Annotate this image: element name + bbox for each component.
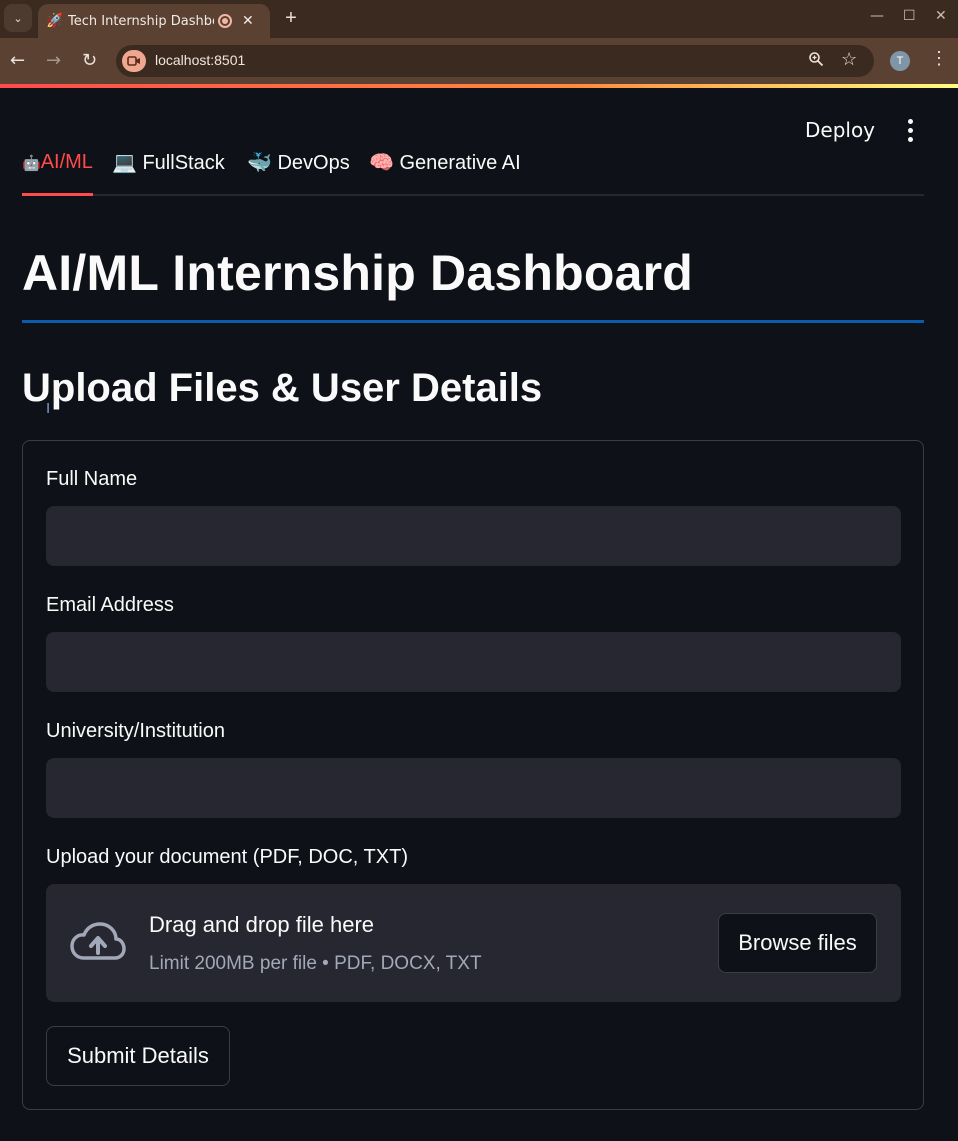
cloud-upload-icon: [70, 922, 126, 967]
close-icon[interactable]: ✕: [242, 13, 254, 29]
page-title: AI/ML Internship Dashboard: [22, 245, 693, 301]
reload-icon[interactable]: ↻: [82, 50, 97, 72]
whale-icon: 🐳: [247, 150, 272, 174]
browse-files-button[interactable]: Browse files: [718, 913, 877, 973]
title-divider: [22, 320, 924, 323]
tab-label: FullStack: [142, 152, 225, 174]
tab-fullstack[interactable]: 💻 FullStack: [112, 146, 225, 196]
deploy-button[interactable]: Deploy: [798, 112, 882, 148]
full-name-label: Full Name: [46, 468, 138, 490]
maximize-icon[interactable]: ☐: [903, 8, 916, 24]
section-title: Upload Files & User Details: [22, 366, 543, 410]
star-icon[interactable]: ☆: [841, 49, 857, 70]
url-text: localhost:8501: [155, 52, 246, 68]
chevron-down-icon: ⌄: [13, 12, 23, 25]
tab-label: AI/ML: [40, 151, 93, 173]
browser-tab-title: Tech Internship Dashbo: [68, 13, 214, 29]
back-arrow-icon[interactable]: ←: [10, 50, 25, 72]
tab-label: DevOps: [277, 152, 350, 174]
minimize-icon[interactable]: —: [870, 8, 884, 24]
recording-indicator-icon: [218, 14, 232, 28]
dropzone-title: Drag and drop file here: [149, 912, 375, 937]
email-input[interactable]: [46, 632, 901, 692]
tab-label: Generative AI: [399, 152, 521, 174]
header-decoration-bar: [0, 84, 958, 88]
dropzone-limit: Limit 200MB per file • PDF, DOCX, TXT: [149, 953, 482, 974]
brain-icon: 🧠: [369, 150, 394, 174]
forward-arrow-icon[interactable]: →: [46, 50, 61, 72]
tab-generative-ai[interactable]: 🧠 Generative AI: [369, 146, 521, 196]
laptop-icon: 💻: [112, 150, 137, 174]
app-tabs: 🤖AI/ML 💻 FullStack 🐳 DevOps 🧠 Generative…: [22, 146, 924, 196]
window-close-icon[interactable]: ✕: [935, 8, 947, 24]
university-label: University/Institution: [46, 720, 225, 742]
new-tab-button[interactable]: +: [280, 6, 302, 30]
upload-label: Upload your document (PDF, DOC, TXT): [46, 846, 408, 868]
submit-details-button[interactable]: Submit Details: [46, 1026, 230, 1086]
rocket-icon: 🚀: [46, 13, 64, 29]
tab-list-button[interactable]: ⌄: [4, 4, 32, 32]
plus-icon: +: [285, 7, 297, 29]
text-cursor-icon: I: [46, 400, 51, 417]
full-name-input[interactable]: [46, 506, 901, 566]
file-dropzone[interactable]: Drag and drop file here Limit 200MB per …: [46, 884, 901, 1002]
video-camera-icon[interactable]: [122, 50, 146, 72]
browser-tab[interactable]: 🚀 Tech Internship Dashbo ✕: [38, 4, 270, 38]
zoom-icon[interactable]: [808, 51, 824, 72]
university-input[interactable]: [46, 758, 901, 818]
robot-icon: 🤖: [22, 154, 41, 172]
browser-toolbar: ← → ↻ localhost:8501 ☆ T ⋮: [0, 38, 958, 84]
app-menu-icon[interactable]: [898, 114, 922, 146]
tab-ai-ml[interactable]: 🤖AI/ML: [22, 146, 93, 196]
kebab-menu-icon[interactable]: ⋮: [930, 48, 948, 69]
browser-tab-strip: ⌄ 🚀 Tech Internship Dashbo ✕ + — ☐ ✕: [0, 0, 958, 38]
address-bar[interactable]: localhost:8501 ☆: [116, 45, 874, 77]
profile-avatar[interactable]: T: [890, 51, 910, 71]
email-label: Email Address: [46, 594, 174, 616]
tab-devops[interactable]: 🐳 DevOps: [247, 146, 350, 196]
